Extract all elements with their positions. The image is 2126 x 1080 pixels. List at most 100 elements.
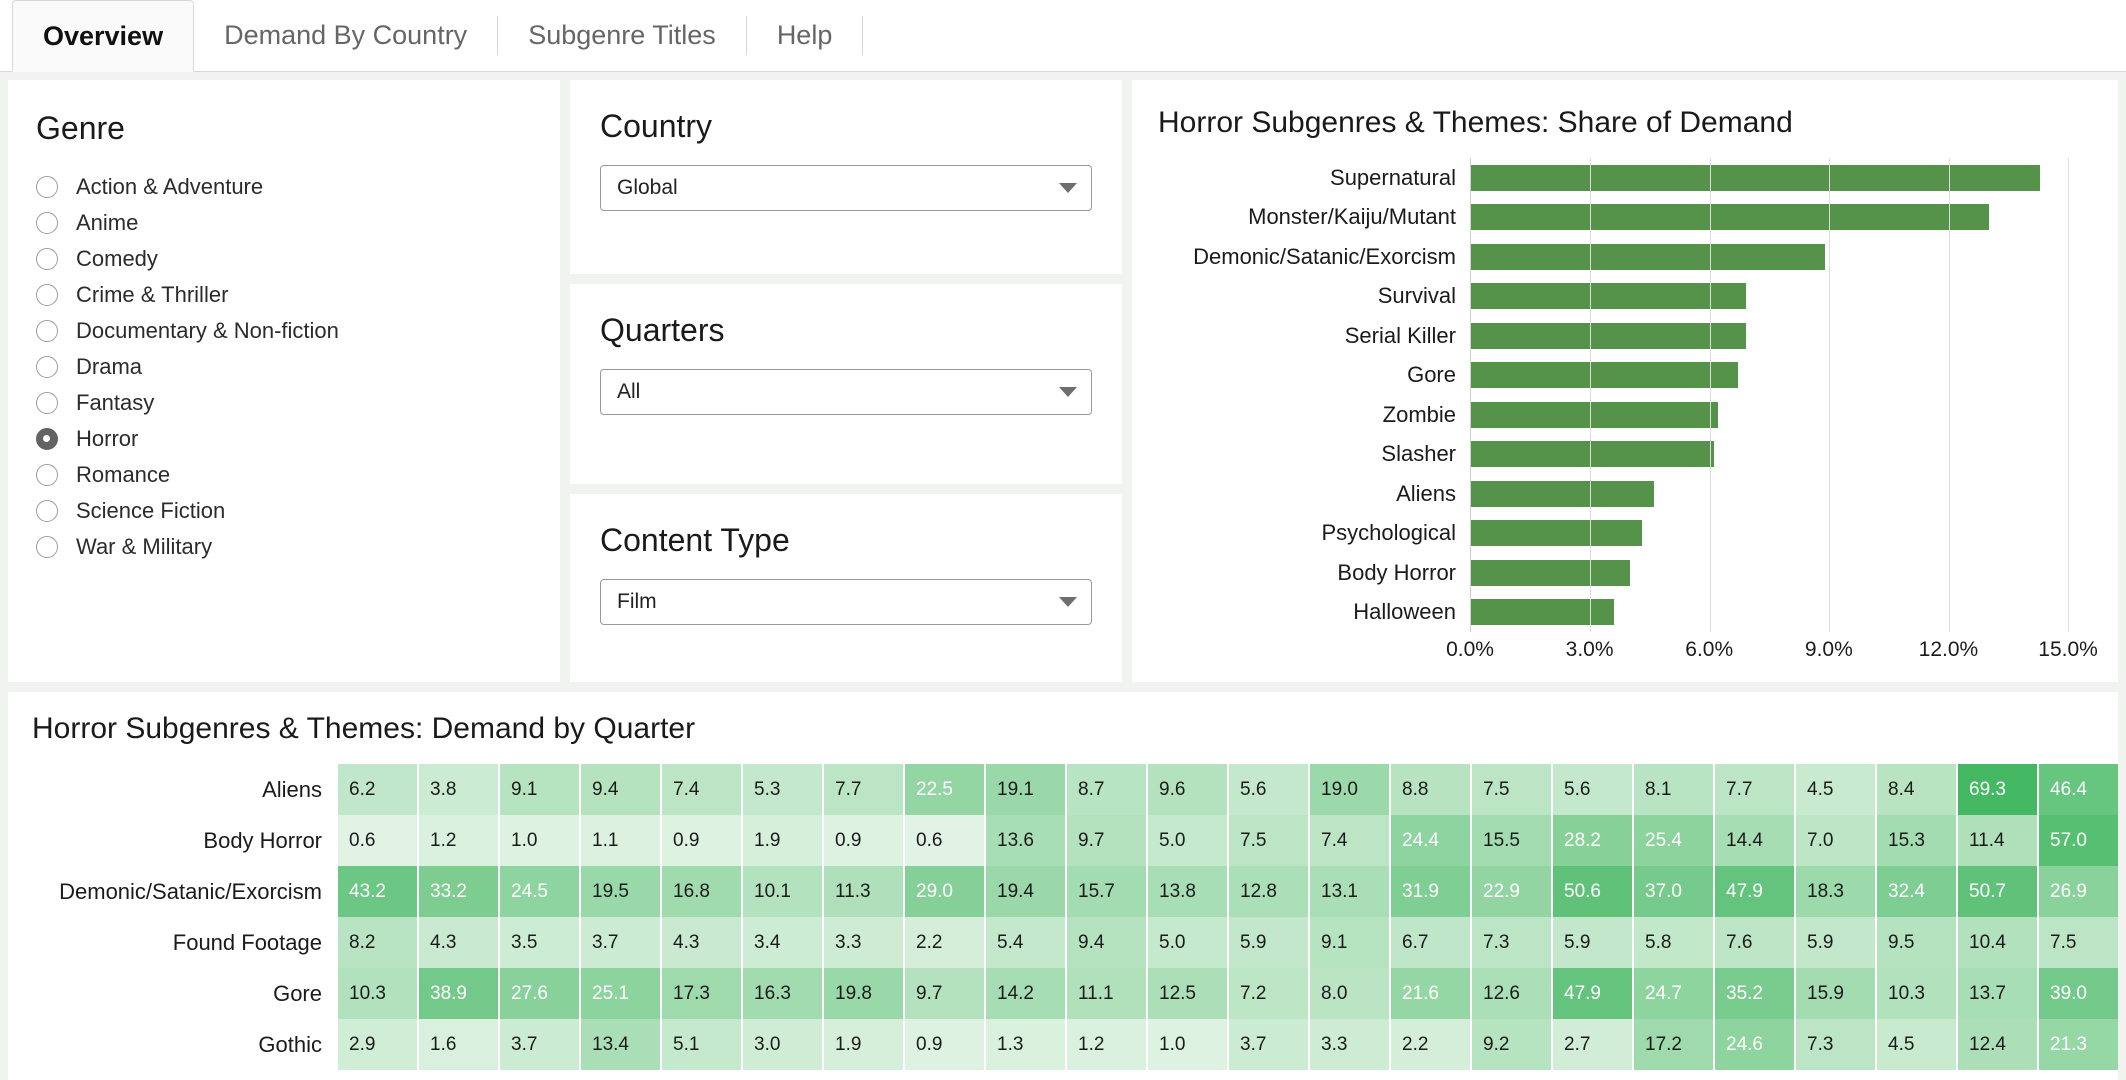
heatmap-cell[interactable]: 4.3 — [662, 917, 741, 968]
heatmap-cell[interactable]: 1.3 — [986, 1019, 1065, 1070]
heatmap-cell[interactable]: 10.1 — [743, 866, 822, 917]
heatmap-cell[interactable]: 25.4 — [1634, 815, 1713, 866]
heatmap-cell[interactable]: 7.6 — [1715, 917, 1794, 968]
tab-overview[interactable]: Overview — [12, 0, 195, 72]
heatmap-cell[interactable]: 12.6 — [1472, 968, 1551, 1019]
heatmap-cell[interactable]: 8.2 — [338, 917, 417, 968]
tab-subgenre-titles[interactable]: Subgenre Titles — [498, 0, 746, 71]
heatmap-cell[interactable]: 15.9 — [1796, 968, 1875, 1019]
heatmap-cell[interactable]: 7.2 — [1229, 968, 1308, 1019]
bar[interactable] — [1471, 283, 1746, 310]
heatmap-cell[interactable]: 3.5 — [500, 917, 579, 968]
heatmap-cell[interactable]: 24.5 — [500, 866, 579, 917]
heatmap-cell[interactable]: 5.0 — [1148, 917, 1227, 968]
heatmap-cell[interactable]: 7.3 — [1472, 917, 1551, 968]
heatmap-cell[interactable]: 13.8 — [1148, 866, 1227, 917]
heatmap-cell[interactable]: 19.4 — [986, 866, 1065, 917]
heatmap-cell[interactable]: 15.7 — [1067, 866, 1146, 917]
genre-option-crime-thriller[interactable]: Crime & Thriller — [36, 277, 532, 313]
heatmap-cell[interactable]: 57.0 — [2039, 815, 2118, 866]
heatmap-cell[interactable]: 1.2 — [1067, 1019, 1146, 1070]
radio-icon[interactable] — [36, 536, 58, 558]
heatmap-cell[interactable]: 9.1 — [500, 764, 579, 815]
heatmap-cell[interactable]: 69.3 — [1958, 764, 2037, 815]
heatmap-cell[interactable]: 9.4 — [581, 764, 660, 815]
heatmap-cell[interactable]: 0.9 — [662, 815, 741, 866]
heatmap-cell[interactable]: 5.6 — [1553, 764, 1632, 815]
bar[interactable] — [1471, 441, 1714, 468]
heatmap-cell[interactable]: 24.4 — [1391, 815, 1470, 866]
heatmap-cell[interactable]: 43.2 — [338, 866, 417, 917]
heatmap-cell[interactable]: 14.2 — [986, 968, 1065, 1019]
radio-icon[interactable] — [36, 428, 58, 450]
heatmap-cell[interactable]: 50.7 — [1958, 866, 2037, 917]
bar[interactable] — [1471, 164, 2041, 191]
heatmap-cell[interactable]: 9.6 — [1148, 764, 1227, 815]
heatmap-cell[interactable]: 4.5 — [1796, 764, 1875, 815]
heatmap-cell[interactable]: 5.0 — [1148, 815, 1227, 866]
heatmap-cell[interactable]: 33.2 — [419, 866, 498, 917]
heatmap-cell[interactable]: 28.2 — [1553, 815, 1632, 866]
heatmap-cell[interactable]: 2.7 — [1553, 1019, 1632, 1070]
heatmap-cell[interactable]: 1.6 — [419, 1019, 498, 1070]
heatmap-cell[interactable]: 0.9 — [824, 815, 903, 866]
genre-option-drama[interactable]: Drama — [36, 349, 532, 385]
heatmap-cell[interactable]: 1.0 — [1148, 1019, 1227, 1070]
heatmap-cell[interactable]: 13.7 — [1958, 968, 2037, 1019]
genre-option-science-fiction[interactable]: Science Fiction — [36, 493, 532, 529]
heatmap-cell[interactable]: 0.6 — [905, 815, 984, 866]
bar[interactable] — [1471, 480, 1655, 507]
genre-option-romance[interactable]: Romance — [36, 457, 532, 493]
heatmap-cell[interactable]: 14.4 — [1715, 815, 1794, 866]
heatmap-cell[interactable]: 8.1 — [1634, 764, 1713, 815]
country-select[interactable]: Global — [600, 165, 1092, 211]
heatmap-cell[interactable]: 19.1 — [986, 764, 1065, 815]
heatmap-cell[interactable]: 5.9 — [1796, 917, 1875, 968]
heatmap-cell[interactable]: 11.1 — [1067, 968, 1146, 1019]
heatmap-cell[interactable]: 15.3 — [1877, 815, 1956, 866]
heatmap-cell[interactable]: 22.9 — [1472, 866, 1551, 917]
heatmap-cell[interactable]: 5.8 — [1634, 917, 1713, 968]
bar[interactable] — [1471, 322, 1746, 349]
heatmap-cell[interactable]: 3.7 — [581, 917, 660, 968]
heatmap-cell[interactable]: 1.9 — [824, 1019, 903, 1070]
heatmap-cell[interactable]: 15.5 — [1472, 815, 1551, 866]
heatmap-cell[interactable]: 11.3 — [824, 866, 903, 917]
heatmap-cell[interactable]: 17.3 — [662, 968, 741, 1019]
heatmap-cell[interactable]: 7.5 — [1229, 815, 1308, 866]
heatmap-cell[interactable]: 10.3 — [1877, 968, 1956, 1019]
heatmap-cell[interactable]: 13.6 — [986, 815, 1065, 866]
bar[interactable] — [1471, 559, 1631, 586]
heatmap-cell[interactable]: 16.8 — [662, 866, 741, 917]
heatmap-cell[interactable]: 1.9 — [743, 815, 822, 866]
heatmap-cell[interactable]: 5.9 — [1553, 917, 1632, 968]
bar[interactable] — [1471, 401, 1718, 428]
heatmap-cell[interactable]: 5.3 — [743, 764, 822, 815]
heatmap-cell[interactable]: 0.6 — [338, 815, 417, 866]
heatmap-cell[interactable]: 8.8 — [1391, 764, 1470, 815]
heatmap-cell[interactable]: 7.7 — [824, 764, 903, 815]
heatmap-cell[interactable]: 16.3 — [743, 968, 822, 1019]
radio-icon[interactable] — [36, 320, 58, 342]
heatmap-cell[interactable]: 10.3 — [338, 968, 417, 1019]
heatmap-cell[interactable]: 7.4 — [1310, 815, 1389, 866]
radio-icon[interactable] — [36, 248, 58, 270]
heatmap-cell[interactable]: 26.9 — [2039, 866, 2118, 917]
heatmap-cell[interactable]: 8.7 — [1067, 764, 1146, 815]
radio-icon[interactable] — [36, 212, 58, 234]
tab-demand-by-country[interactable]: Demand By Country — [194, 0, 497, 71]
quarters-select[interactable]: All — [600, 369, 1092, 415]
heatmap-cell[interactable]: 47.9 — [1553, 968, 1632, 1019]
heatmap-cell[interactable]: 21.6 — [1391, 968, 1470, 1019]
heatmap-cell[interactable]: 6.7 — [1391, 917, 1470, 968]
heatmap-cell[interactable]: 19.0 — [1310, 764, 1389, 815]
heatmap-cell[interactable]: 5.4 — [986, 917, 1065, 968]
heatmap-cell[interactable]: 12.8 — [1229, 866, 1308, 917]
heatmap-cell[interactable]: 9.4 — [1067, 917, 1146, 968]
heatmap-cell[interactable]: 3.0 — [743, 1019, 822, 1070]
bar[interactable] — [1471, 243, 1826, 270]
heatmap-cell[interactable]: 4.3 — [419, 917, 498, 968]
genre-option-horror[interactable]: Horror — [36, 421, 532, 457]
heatmap-cell[interactable]: 9.1 — [1310, 917, 1389, 968]
genre-option-action-adventure[interactable]: Action & Adventure — [36, 169, 532, 205]
